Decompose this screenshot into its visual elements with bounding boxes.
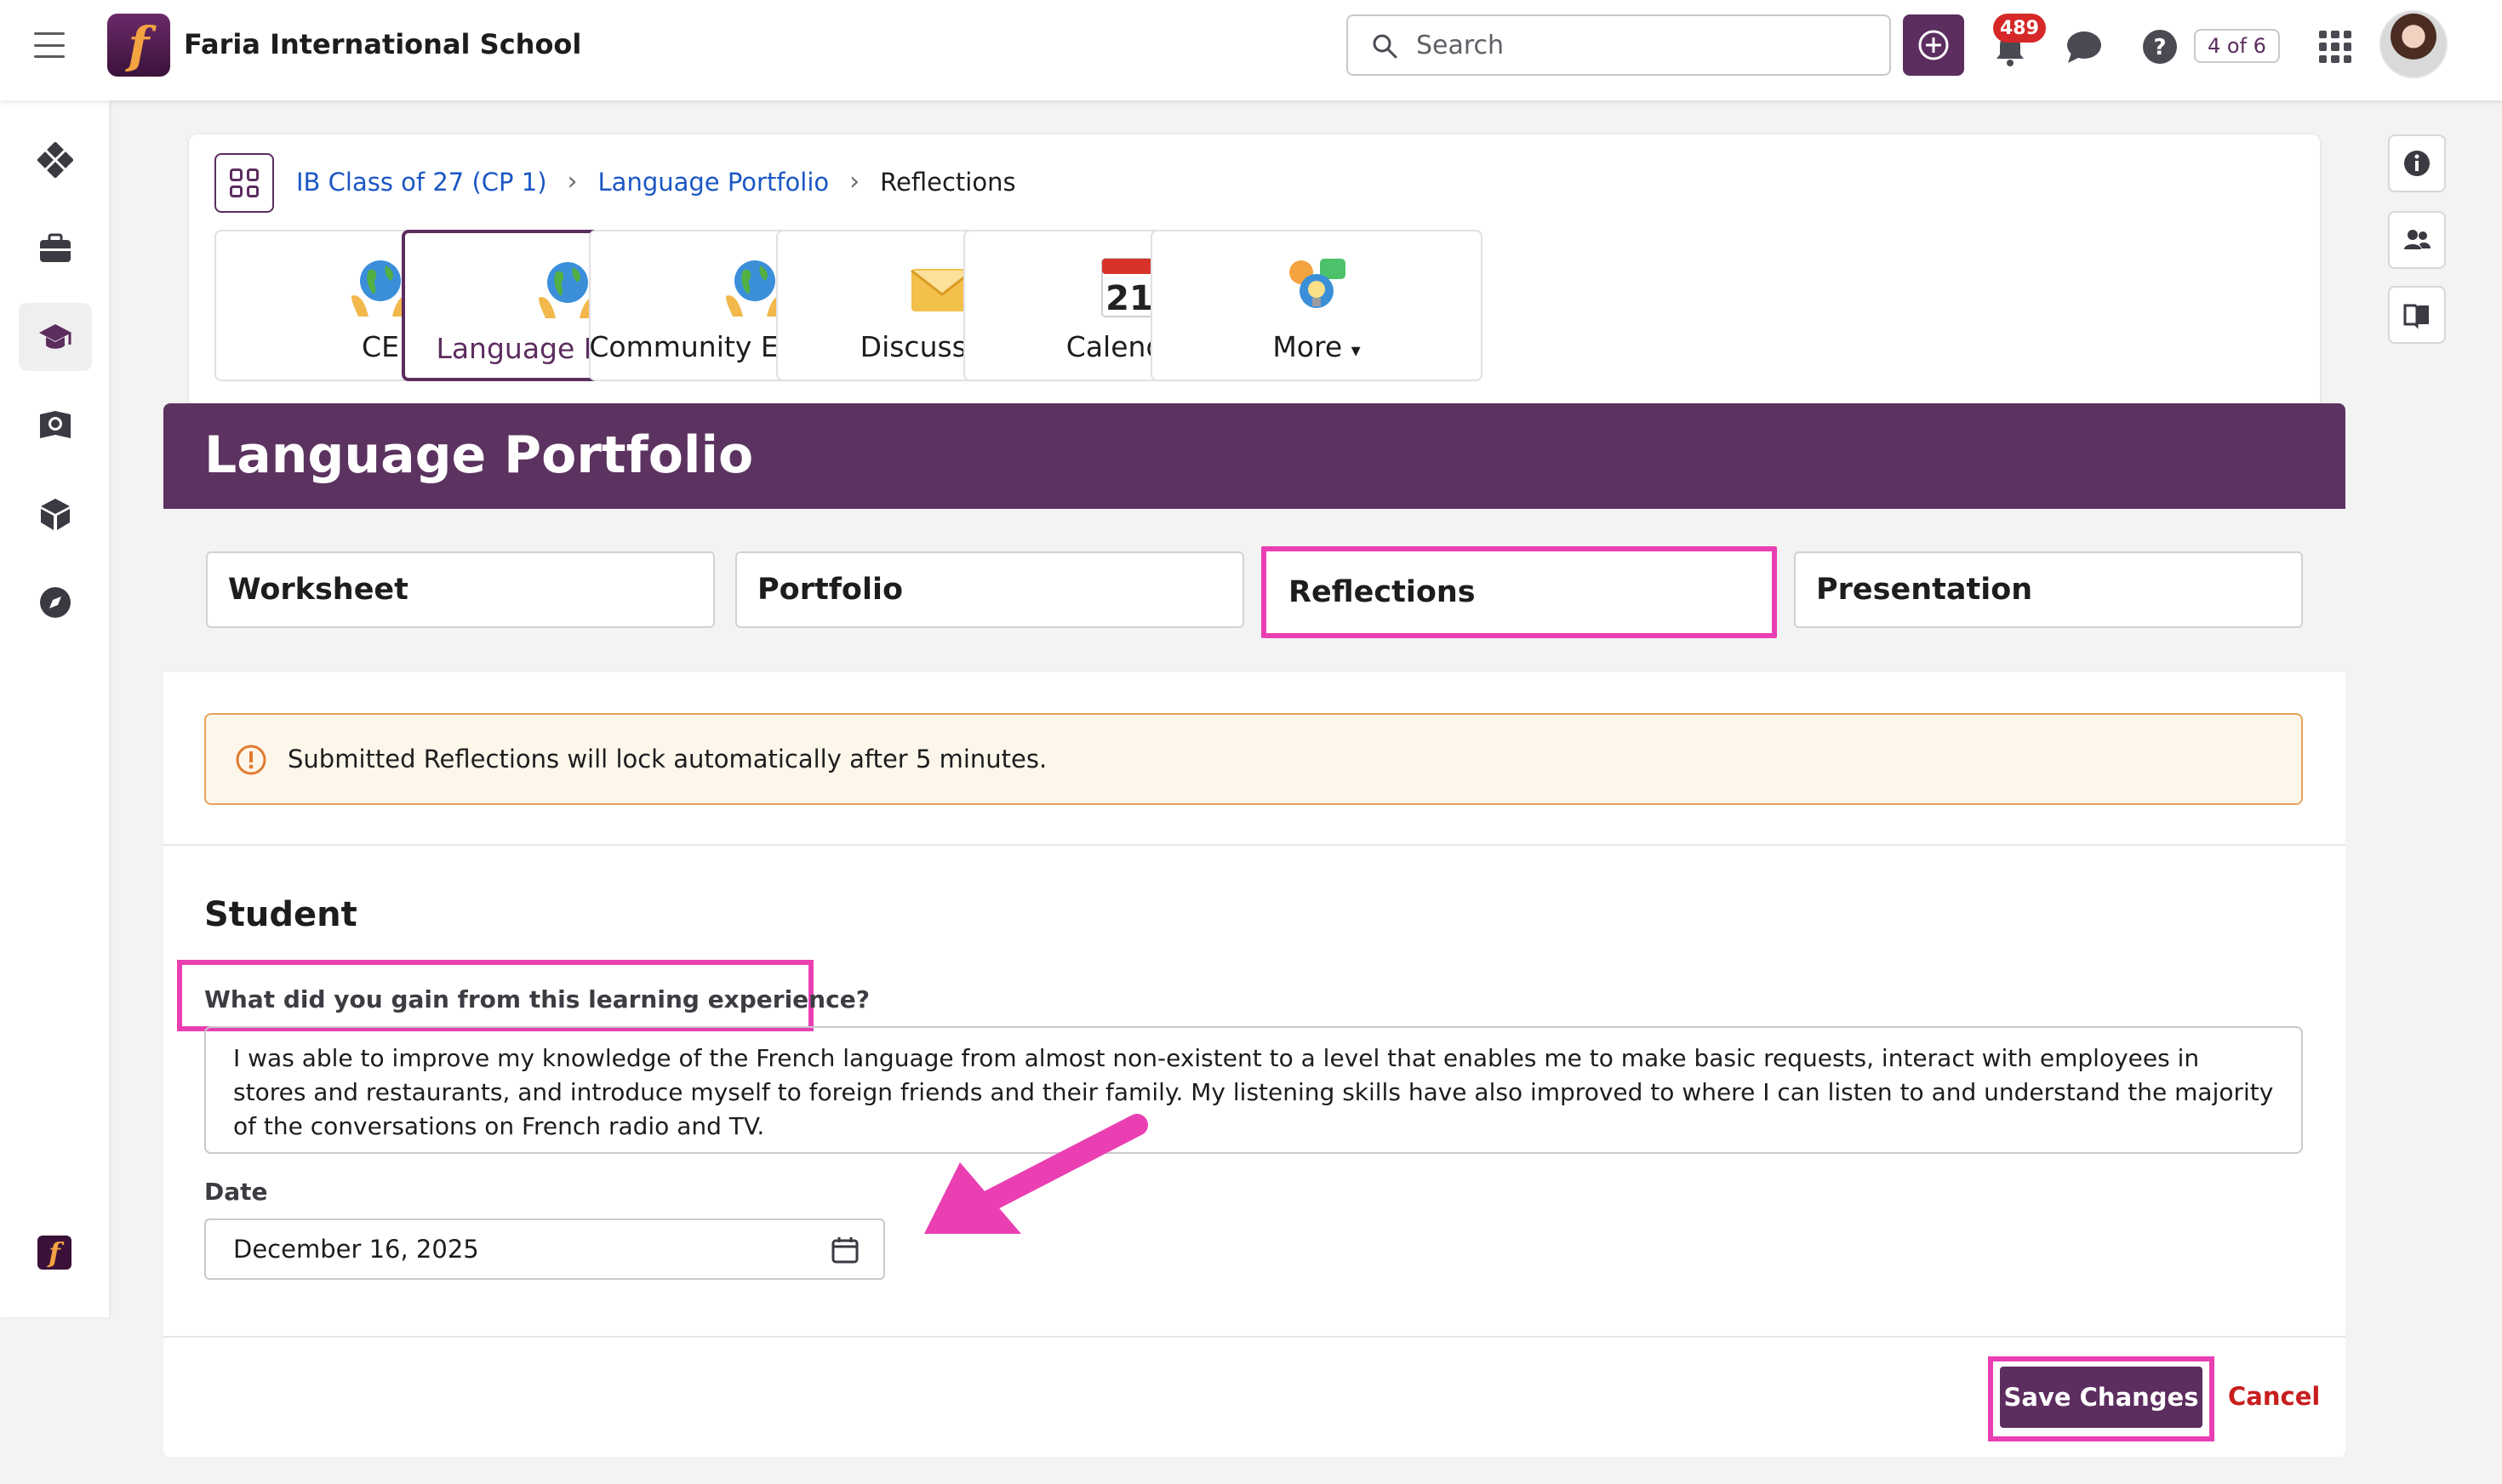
briefcase-icon <box>40 233 71 262</box>
reflection-answer-field[interactable]: I was able to improve my knowledge of th… <box>204 1026 2303 1154</box>
left-sidebar: f <box>0 100 109 1317</box>
tab-reflections[interactable]: Reflections <box>1261 546 1777 638</box>
sidebar-item-compass[interactable] <box>19 568 92 636</box>
calendar-date-number: 21 <box>1105 279 1153 318</box>
calendar-icon[interactable] <box>831 1236 860 1264</box>
menu-icon[interactable] <box>34 32 65 58</box>
breadcrumb-current: Reflections <box>880 167 1016 197</box>
tab-portfolio[interactable]: Portfolio <box>735 551 1244 628</box>
page-counter[interactable]: 4 of 6 <box>2194 29 2280 63</box>
search-placeholder: Search <box>1416 30 1505 60</box>
globe-book-icon <box>40 411 71 438</box>
page-header: Language Portfolio <box>163 403 2345 509</box>
date-field[interactable]: December 16, 2025 <box>204 1219 885 1280</box>
avatar[interactable] <box>2379 10 2448 78</box>
class-navigation-card: IB Class of 27 (CP 1) › Language Portfol… <box>189 134 2320 415</box>
search-icon <box>1373 34 1397 59</box>
breadcrumb-link-portfolio[interactable]: Language Portfolio <box>598 168 830 197</box>
members-button[interactable] <box>2388 211 2446 269</box>
section-tabs: Worksheet Portfolio Reflections Presenta… <box>163 509 2345 672</box>
sidebar-item-briefcase[interactable] <box>19 214 92 283</box>
tile-label: More ▾ <box>1272 330 1360 363</box>
annotation-arrow-icon <box>924 1114 1148 1234</box>
info-icon <box>2404 151 2430 176</box>
divider <box>163 844 2345 846</box>
book-icon <box>2403 304 2429 329</box>
cube-icon <box>41 499 70 530</box>
chat-icon[interactable] <box>2065 29 2104 65</box>
sidebar-item-dashboard[interactable] <box>19 126 92 194</box>
lock-warning-alert: Submitted Reflections will lock automati… <box>204 713 2303 805</box>
faria-logo-icon[interactable]: f <box>37 1236 71 1270</box>
notification-badge: 489 <box>1993 14 2046 43</box>
help-icon[interactable]: ? <box>2142 29 2178 65</box>
info-button[interactable] <box>2388 134 2446 192</box>
chevron-right-icon: › <box>567 167 578 197</box>
chevron-right-icon: › <box>849 167 860 197</box>
plus-circle-icon <box>1918 30 1949 60</box>
school-logo[interactable]: f <box>107 14 170 77</box>
tab-presentation[interactable]: Presentation <box>1794 551 2303 628</box>
diamond-grid-icon <box>37 142 73 178</box>
question-label: What did you gain from this learning exp… <box>204 985 870 1013</box>
search-input[interactable]: Search <box>1346 14 1891 76</box>
sidebar-item-cube[interactable] <box>19 480 92 548</box>
ideas-icon <box>1289 259 1345 308</box>
save-changes-button[interactable]: Save Changes <box>2000 1367 2202 1428</box>
tile-label: CE <box>362 330 399 363</box>
date-label: Date <box>204 1178 268 1206</box>
warning-circle-icon <box>236 745 266 775</box>
tab-worksheet[interactable]: Worksheet <box>206 551 715 628</box>
more-label: More <box>1272 330 1343 363</box>
people-icon <box>2404 230 2431 249</box>
divider <box>163 1336 2345 1338</box>
graduation-cap-icon <box>39 324 71 349</box>
sidebar-item-academics[interactable] <box>19 303 92 371</box>
reflections-form: Submitted Reflections will lock automati… <box>163 672 2345 1457</box>
breadcrumb-link-class[interactable]: IB Class of 27 (CP 1) <box>296 168 547 197</box>
breadcrumb: IB Class of 27 (CP 1) › Language Portfol… <box>296 167 1016 197</box>
book-button[interactable] <box>2388 286 2446 344</box>
alert-text: Submitted Reflections will lock automati… <box>288 745 1048 773</box>
apps-toggle-icon[interactable] <box>214 153 274 213</box>
section-title: Student <box>204 895 357 934</box>
svg-text:?: ? <box>2153 35 2166 60</box>
compass-icon <box>40 587 71 618</box>
school-name[interactable]: Faria International School <box>184 28 581 60</box>
caret-down-icon: ▾ <box>1351 340 1361 362</box>
top-bar: f Faria International School Search 489 … <box>0 0 2502 100</box>
cancel-button[interactable]: Cancel <box>2228 1382 2320 1411</box>
page-title: Language Portfolio <box>204 425 754 485</box>
date-value: December 16, 2025 <box>233 1235 479 1264</box>
sidebar-item-globe-book[interactable] <box>19 391 92 459</box>
create-button[interactable] <box>1903 14 1964 76</box>
tile-more[interactable]: More ▾ <box>1151 230 1482 381</box>
apps-grid-icon[interactable] <box>2319 31 2351 63</box>
